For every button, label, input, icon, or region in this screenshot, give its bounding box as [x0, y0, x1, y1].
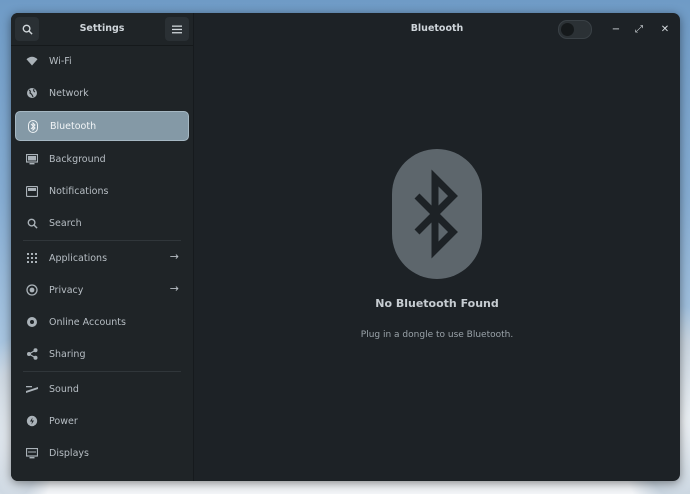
hamburger-icon [172, 25, 182, 33]
sidebar-item-label: Notifications [49, 185, 109, 197]
sidebar-item-label: Sharing [49, 348, 86, 360]
search-icon [26, 217, 38, 229]
sidebar-item-label: Applications [49, 252, 108, 264]
sidebar-item-sharing[interactable]: Sharing [15, 338, 189, 370]
power-icon [26, 415, 38, 427]
wifi-icon [26, 55, 38, 67]
sidebar-item-label: Power [49, 415, 78, 427]
sidebar-item-label: Wi-Fi [49, 55, 72, 67]
sidebar: Settings Wi-Fi Network Bluetooth Backgro… [11, 13, 194, 481]
sidebar-item-network[interactable]: Network [15, 77, 189, 109]
empty-state-subtitle: Plug in a dongle to use Bluetooth. [360, 330, 514, 340]
arrow-right-icon: → [169, 282, 179, 295]
minimize-button[interactable]: − [608, 21, 624, 37]
sidebar-item-applications[interactable]: Applications → [15, 242, 189, 274]
sidebar-item-sound[interactable]: Sound [15, 373, 189, 405]
arrow-right-icon: → [169, 250, 179, 263]
sidebar-item-label: Network [49, 87, 89, 99]
sidebar-item-label: Search [49, 217, 82, 229]
divider [23, 371, 181, 372]
sidebar-item-search[interactable]: Search [15, 207, 189, 239]
bluetooth-icon [27, 119, 39, 133]
monitor-icon [26, 153, 38, 165]
grid-icon [26, 252, 38, 264]
maximize-button[interactable]: ⤢ [631, 21, 647, 37]
share-icon [26, 348, 38, 360]
sidebar-item-wifi[interactable]: Wi-Fi [15, 45, 189, 77]
globe-icon [26, 87, 38, 99]
empty-state: No Bluetooth Found Plug in a dongle to u… [194, 149, 680, 340]
display-icon [26, 447, 38, 459]
speaker-icon [26, 383, 38, 395]
sidebar-item-notifications[interactable]: Notifications [15, 175, 189, 207]
minimize-icon: − [611, 23, 621, 35]
sidebar-item-online-accounts[interactable]: Online Accounts [15, 306, 189, 338]
sidebar-item-displays[interactable]: Displays [15, 437, 189, 469]
sidebar-item-label: Displays [49, 447, 89, 459]
sidebar-item-bluetooth[interactable]: Bluetooth [15, 111, 189, 141]
sidebar-item-label: Online Accounts [49, 316, 126, 328]
toggle-knob [561, 23, 574, 36]
bell-icon [26, 185, 38, 197]
maximize-icon: ⤢ [635, 23, 643, 35]
content-header: Bluetooth − ⤢ ✕ [194, 13, 680, 45]
bluetooth-toggle[interactable] [558, 20, 592, 39]
close-button[interactable]: ✕ [657, 21, 673, 37]
sidebar-item-background[interactable]: Background [15, 143, 189, 175]
settings-window: Settings Wi-Fi Network Bluetooth Backgro… [11, 13, 680, 481]
bluetooth-large-icon [392, 149, 482, 279]
sidebar-item-privacy[interactable]: Privacy → [15, 274, 189, 306]
menu-button[interactable] [165, 17, 189, 41]
divider [23, 240, 181, 241]
sidebar-item-label: Bluetooth [50, 120, 97, 132]
sidebar-header: Settings [11, 13, 193, 46]
privacy-icon [26, 284, 38, 296]
sidebar-item-label: Privacy [49, 284, 84, 296]
empty-state-title: No Bluetooth Found [375, 297, 499, 310]
sidebar-item-label: Background [49, 153, 106, 165]
close-icon: ✕ [660, 23, 670, 35]
sidebar-item-label: Sound [49, 383, 79, 395]
sidebar-item-power[interactable]: Power [15, 405, 189, 437]
accounts-icon [26, 316, 38, 328]
sidebar-nav: Wi-Fi Network Bluetooth Background Notif… [11, 45, 193, 469]
